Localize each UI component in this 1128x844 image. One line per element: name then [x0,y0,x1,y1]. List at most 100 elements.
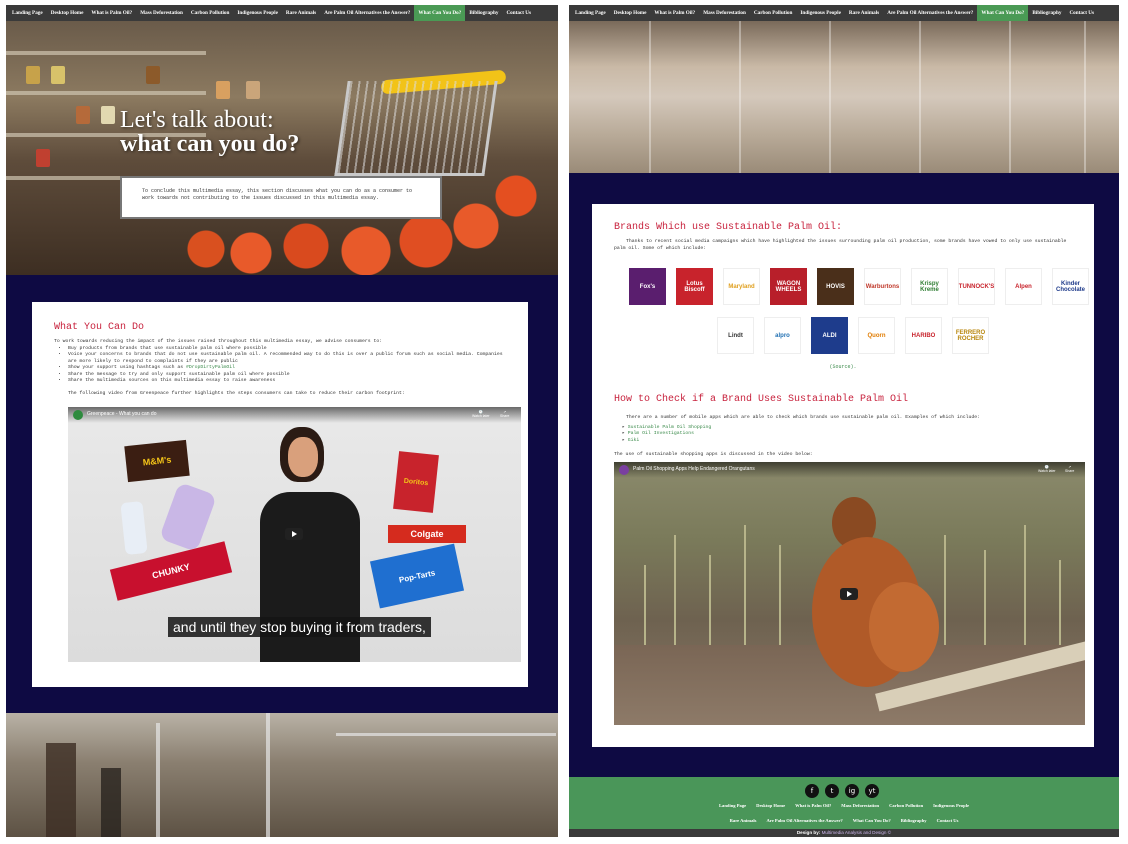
lotion-bottle [158,481,218,553]
shelf-item [101,106,115,124]
doritos-product: Doritos [393,451,439,513]
brand-logo: Lindt [717,317,754,354]
watch-later-label: Watch later [472,414,490,418]
channel-avatar[interactable] [619,465,629,475]
share-button[interactable]: ↗ Share [500,410,509,418]
hero-intro-text: To conclude this multimedia essay, this … [142,188,413,201]
cart-bar [336,733,556,736]
brand-logo: Quorn [858,317,895,354]
nav-item[interactable]: Indigenous People [233,5,282,21]
footer-link[interactable]: Carbon Pollution [889,803,923,808]
nav-item[interactable]: Carbon Pollution [187,5,233,21]
hashtag-link[interactable]: #DropDirtyPalmOil [186,365,235,370]
footer-link[interactable]: Bibliography [901,818,927,823]
nav-item[interactable]: Mass Deforestation [699,5,750,21]
instagram-icon[interactable]: ig [845,784,859,798]
apps-list: ▸ Sustainable Palm Oil Shopping ▸ Palm O… [622,425,1074,445]
watch-later-button[interactable]: 🕓 Watch later [472,410,490,418]
share-label: Share [1065,469,1075,473]
brand-logo: ALDI [811,317,848,354]
nav-item[interactable]: Are Palm Oil Alternatives the Answer? [883,5,977,21]
play-icon[interactable] [285,528,303,540]
channel-avatar[interactable] [73,410,83,420]
footer-link[interactable]: Rare Animals [730,818,757,823]
nav-item[interactable]: Contact Us [502,5,535,21]
greenpeace-video-player[interactable]: Greenpeace - What you can do 🕓 Watch late… [68,407,521,662]
nav-item[interactable]: Contact Us [1065,5,1098,21]
left-page-screenshot: Landing Page Desktop Home What is Palm Oil… [6,5,558,837]
nav-bar: Landing Page Desktop Home What is Palm Oil… [569,5,1119,21]
shelf-item [146,66,160,84]
footer-link[interactable]: What Can You Do? [853,818,891,823]
brand-logo: Warburtons [864,268,901,305]
nav-item[interactable]: Rare Animals [282,5,320,21]
play-icon[interactable] [840,588,858,600]
nav-item[interactable]: Desktop Home [47,5,88,21]
app-link[interactable]: Palm Oil Investigations [628,431,694,436]
nav-item[interactable]: Rare Animals [845,5,883,21]
footer-link[interactable]: Desktop Home [756,803,785,808]
nav-item[interactable]: What Can You Do? [414,5,466,21]
brand-logo: Lotus Biscoff [676,268,713,305]
share-button[interactable]: ↗ Share [1065,465,1074,473]
site-footer: f t ig yt Landing Page Desktop Home What i… [569,777,1119,837]
brand-logo: Krispy Kreme [911,268,948,305]
cart-wire [1009,21,1011,173]
nav-item[interactable]: Are Palm Oil Alternatives the Answer? [320,5,414,21]
orangutan-video-player[interactable]: Palm Oil Shopping Apps Help Endangered O… [614,462,1085,725]
app-link[interactable]: Giki [628,438,640,443]
brands-card: Brands Which use Sustainable Palm Oil: T… [592,204,1094,747]
nav-item[interactable]: Mass Deforestation [136,5,187,21]
list-item[interactable]: ▸ Giki [622,438,1074,445]
cart-bar [266,713,270,837]
footer-link[interactable]: Indigenous People [933,803,969,808]
shelf-item [216,81,230,99]
app-link[interactable]: Sustainable Palm Oil Shopping [628,425,711,430]
nav-item[interactable]: Bibliography [465,5,502,21]
shelf-item [76,106,90,124]
nav-item[interactable]: Indigenous People [796,5,845,21]
nav-item[interactable]: Landing Page [571,5,610,21]
hero-title: Let's talk about: what can you do? [120,108,299,156]
video-title[interactable]: Greenpeace - What you can do [87,411,157,417]
footer-link[interactable]: Mass Deforestation [841,803,879,808]
advice-list: Buy products from brands that use sustai… [68,346,506,385]
watch-later-button[interactable]: 🕓 Watch later [1038,465,1056,473]
nav-item[interactable]: Bibliography [1028,5,1065,21]
video-title[interactable]: Palm Oil Shopping Apps Help Endangered O… [633,466,755,472]
brand-logo: HARIBO [905,317,942,354]
facebook-icon[interactable]: f [805,784,819,798]
nav-item[interactable]: What is Palm Oil? [87,5,136,21]
nav-item[interactable]: Landing Page [8,5,47,21]
brand-logo: Alpen [1005,268,1042,305]
check-video-intro: The use of sustainable shopping apps is … [614,452,813,457]
nav-item[interactable]: What Can You Do? [977,5,1029,21]
youtube-icon[interactable]: yt [865,784,879,798]
shopper-silhouette [101,768,121,837]
hero-intro-box: To conclude this multimedia essay, this … [120,176,442,219]
footer-link[interactable]: Are Palm Oil Alternatives the Answer? [766,818,842,823]
nav-item[interactable]: Desktop Home [610,5,651,21]
shelf-item [36,149,50,167]
footer-link[interactable]: Contact Us [937,818,959,823]
nav-item[interactable]: What is Palm Oil? [650,5,699,21]
cart-wire [919,21,921,173]
twitter-icon[interactable]: t [825,784,839,798]
cart-wire [649,21,651,173]
brand-logo: HOVIS [817,268,854,305]
nav-item[interactable]: Carbon Pollution [750,5,796,21]
colgate-product: Colgate [388,525,466,543]
mms-product: M&M's [124,439,190,483]
brands-heading: Brands Which use Sustainable Palm Oil: [614,222,843,233]
source-link[interactable]: (Source). [592,364,1094,370]
baby-orangutan [869,582,939,672]
check-body: There are a number of mobile apps which … [614,415,1074,459]
presenter-face [288,437,318,477]
brand-logos-row: Lindt alpro ALDI Quorn HARIBO FERRERO ROCHER [712,317,994,354]
nav-bar: Landing Page Desktop Home What is Palm Oil… [6,5,558,21]
credit-link[interactable]: Multimedia Analysis and Design © [822,830,892,835]
footer-link[interactable]: Landing Page [719,803,746,808]
footer-links-row: Rare Animals Are Palm Oil Alternatives th… [569,818,1119,823]
footer-link[interactable]: What is Palm Oil? [795,803,831,808]
supermarket-aisle-image [6,713,558,837]
